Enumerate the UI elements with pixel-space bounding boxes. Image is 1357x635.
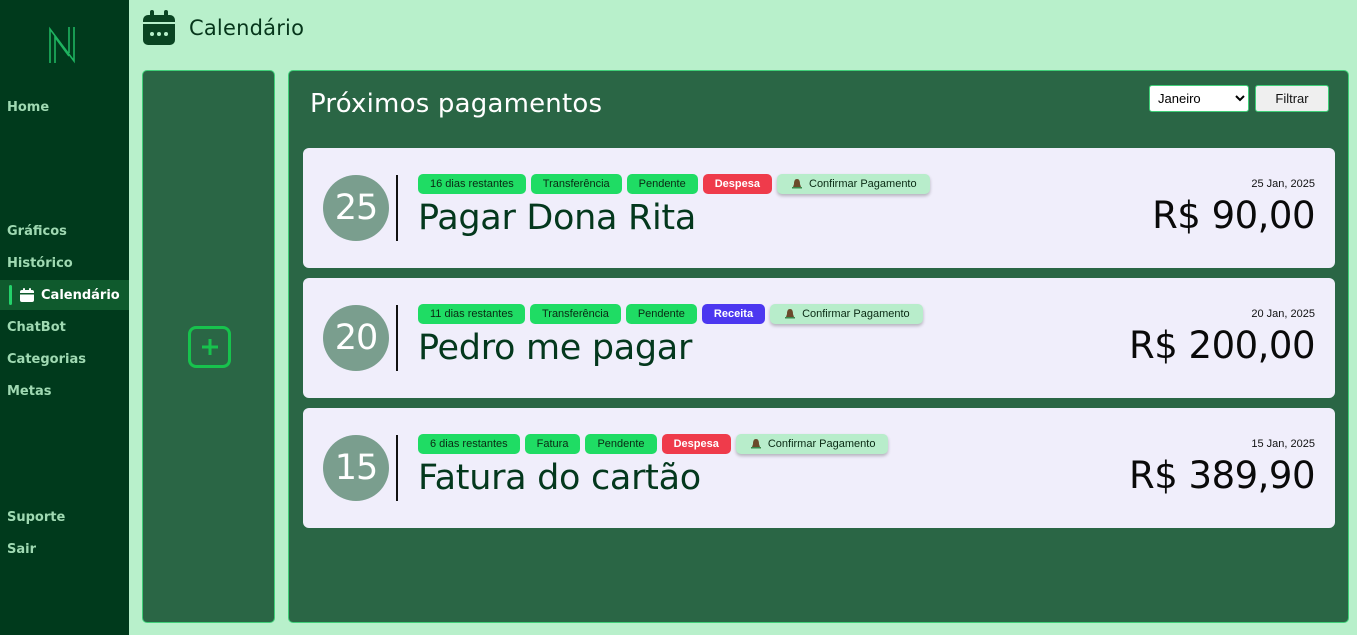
add-payment-button[interactable] [188,326,231,368]
sidebar-item-suporte[interactable]: Suporte [0,502,129,532]
payment-card: 15 6 dias restantes Fatura Pendente Desp… [303,408,1335,528]
payment-amount: R$ 90,00 [1152,194,1315,237]
payment-card: 20 11 dias restantes Transferência Pende… [303,278,1335,398]
payment-card: 25 16 dias restantes Transferência Pende… [303,148,1335,268]
payment-title: Pagar Dona Rita [418,198,696,238]
sidebar-item-label: Calendário [41,287,120,303]
day-badge: 25 [323,175,389,241]
tag-type: Despesa [661,434,731,454]
payment-amount: R$ 200,00 [1129,324,1315,367]
payment-date: 25 Jan, 2025 [1251,178,1315,190]
active-indicator [9,285,12,305]
tag-status: Pendente [625,304,697,324]
tag-days-remaining: 6 dias restantes [418,434,520,454]
month-select[interactable]: Janeiro [1149,85,1249,112]
tag-method: Transferência [530,174,622,194]
calendar-icon [19,287,35,303]
add-panel [142,70,275,623]
tag-list: 6 dias restantes Fatura Pendente Despesa… [418,434,889,454]
sidebar-item-metas[interactable]: Metas [0,376,129,406]
payment-title: Fatura do cartão [418,458,701,498]
sidebar-item-label: Sair [7,541,37,557]
confirm-payment-button[interactable]: Confirmar Pagamento [735,434,889,454]
panel-title: Próximos pagamentos [310,89,603,119]
page-header: Calendário [142,10,304,46]
payment-date: 20 Jan, 2025 [1251,308,1315,320]
divider [396,175,398,241]
divider [396,435,398,501]
confirm-payment-label: Confirmar Pagamento [802,308,910,320]
day-badge: 15 [323,435,389,501]
plus-icon [201,339,218,355]
payment-amount: R$ 389,90 [1129,454,1315,497]
tag-status: Pendente [626,174,698,194]
tag-status: Pendente [585,434,657,454]
tag-list: 11 dias restantes Transferência Pendente… [418,304,923,324]
confirm-payment-button[interactable]: Confirmar Pagamento [770,304,923,324]
tag-type: Receita [701,304,766,324]
page-title: Calendário [189,16,305,40]
tag-days-remaining: 16 dias restantes [418,174,526,194]
filter-button[interactable]: Filtrar [1255,85,1329,112]
tag-method: Transferência [529,304,621,324]
sidebar-item-label: Categorias [7,351,86,367]
sidebar-item-categorias[interactable]: Categorias [0,344,129,374]
confirm-payment-button[interactable]: Confirmar Pagamento [777,174,930,194]
payments-panel: Próximos pagamentos Janeiro Filtrar 25 1… [288,70,1349,623]
sidebar-item-historico[interactable]: Histórico [0,248,129,278]
payment-date: 15 Jan, 2025 [1251,438,1315,450]
tag-method: Fatura [524,434,581,454]
sidebar-item-graficos[interactable]: Gráficos [0,216,129,246]
sidebar: Home Gráficos Histórico Calendário ChatB… [0,0,129,635]
bell-icon [784,308,796,320]
divider [396,305,398,371]
confirm-payment-label: Confirmar Pagamento [767,438,876,450]
day-badge: 20 [323,305,389,371]
sidebar-item-label: Home [7,99,50,115]
n-logo-icon [49,26,75,64]
sidebar-item-label: Metas [7,383,52,399]
tag-days-remaining: 11 dias restantes [418,304,525,324]
sidebar-item-home[interactable]: Home [0,92,129,122]
tag-type: Despesa [702,174,772,194]
sidebar-item-label: Gráficos [7,223,67,239]
calendar-icon [143,10,175,45]
payment-title: Pedro me pagar [418,328,693,368]
sidebar-item-chatbot[interactable]: ChatBot [0,312,129,342]
tag-list: 16 dias restantes Transferência Pendente… [418,174,930,194]
sidebar-item-label: Histórico [7,255,73,271]
bell-icon [791,178,803,190]
sidebar-item-calendario[interactable]: Calendário [0,280,129,310]
sidebar-item-label: ChatBot [7,319,66,335]
sidebar-item-label: Suporte [7,509,66,525]
bell-icon [750,438,762,450]
sidebar-item-sair[interactable]: Sair [0,534,129,564]
confirm-payment-label: Confirmar Pagamento [809,178,917,190]
